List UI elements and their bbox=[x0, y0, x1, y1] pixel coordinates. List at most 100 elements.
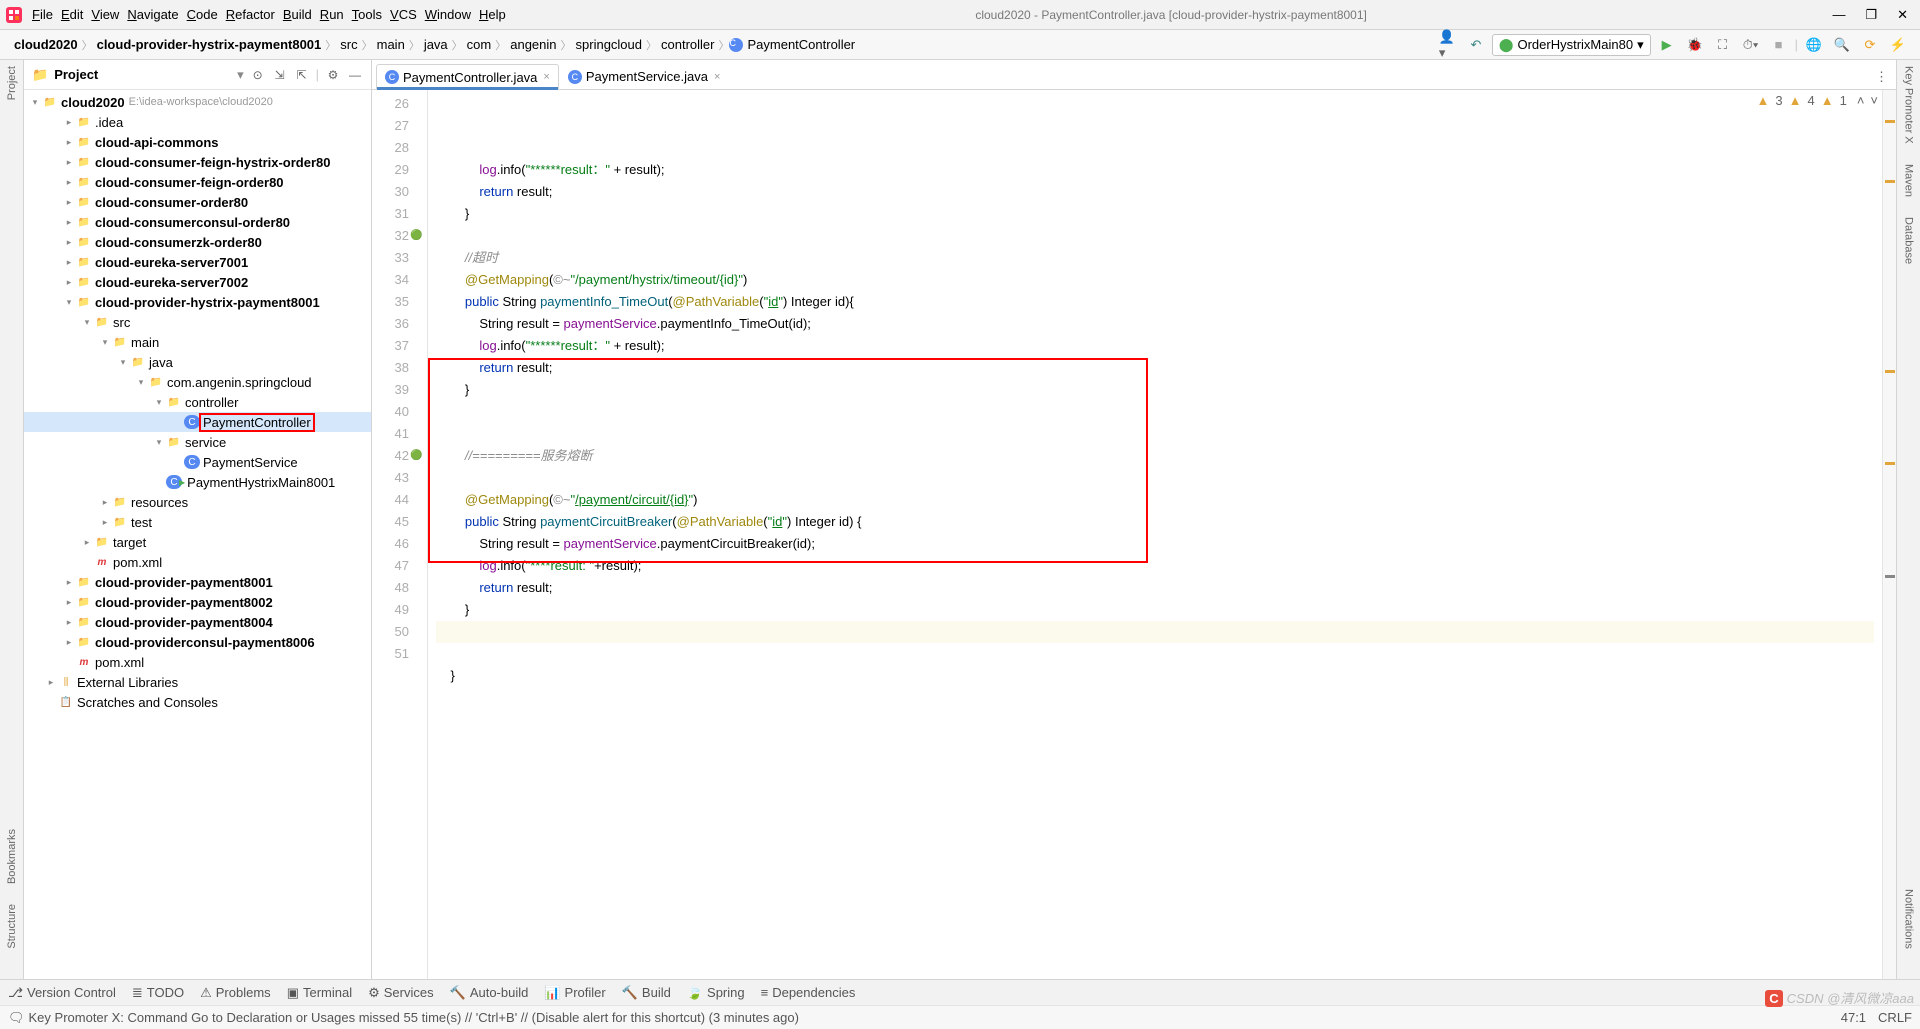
rail-database[interactable]: Database bbox=[1903, 217, 1915, 264]
project-tree[interactable]: ▾📁cloud2020E:\idea-workspace\cloud2020▸📁… bbox=[24, 90, 371, 979]
hide-pane-icon[interactable]: — bbox=[347, 67, 363, 83]
minimize-button[interactable]: — bbox=[1832, 7, 1845, 23]
close-tab-icon[interactable]: × bbox=[714, 71, 720, 83]
breadcrumb[interactable]: cloud-provider-hystrix-payment8001 bbox=[93, 35, 326, 54]
tree-item[interactable]: ▾📁com.angenin.springcloud bbox=[24, 372, 371, 392]
menu-navigate[interactable]: Navigate bbox=[123, 5, 182, 24]
menu-run[interactable]: Run bbox=[316, 5, 348, 24]
tree-item[interactable]: ▸📁cloud-provider-payment8001 bbox=[24, 572, 371, 592]
profile-icon[interactable]: ⏱▾ bbox=[1742, 36, 1760, 54]
back-icon[interactable]: ↶ bbox=[1467, 36, 1485, 54]
tree-item[interactable]: ▸📁cloud-provider-payment8002 bbox=[24, 592, 371, 612]
menu-build[interactable]: Build bbox=[279, 5, 316, 24]
chevron-up-icon[interactable]: ˄ bbox=[1857, 93, 1865, 108]
bottom-tool-build[interactable]: 🔨Build bbox=[622, 985, 671, 1001]
collapse-all-icon[interactable]: ⇱ bbox=[294, 67, 310, 83]
tree-item[interactable]: ▸📁cloud-consumer-feign-hystrix-order80 bbox=[24, 152, 371, 172]
breadcrumb[interactable]: springcloud bbox=[572, 35, 647, 54]
bottom-tool-spring[interactable]: 🍃Spring bbox=[687, 985, 745, 1001]
menu-help[interactable]: Help bbox=[475, 5, 510, 24]
maximize-button[interactable]: ❐ bbox=[1865, 7, 1877, 23]
settings-icon[interactable]: ⚡ bbox=[1889, 36, 1907, 54]
menu-code[interactable]: Code bbox=[183, 5, 222, 24]
chevron-down-icon[interactable]: ˅ bbox=[1870, 93, 1878, 108]
breadcrumb[interactable]: PaymentController bbox=[743, 35, 859, 54]
expand-all-icon[interactable]: ⇲ bbox=[272, 67, 288, 83]
tabs-more-icon[interactable]: ⋮ bbox=[1867, 65, 1896, 89]
bottom-tool-terminal[interactable]: ▣Terminal bbox=[287, 985, 352, 1001]
menu-vcs[interactable]: VCS bbox=[386, 5, 421, 24]
tree-root[interactable]: ▾📁cloud2020E:\idea-workspace\cloud2020 bbox=[24, 92, 371, 112]
breadcrumb[interactable]: controller bbox=[657, 35, 718, 54]
menu-view[interactable]: View bbox=[87, 5, 123, 24]
project-title[interactable]: Project bbox=[54, 67, 231, 82]
tree-item[interactable]: ▸📁cloud-consumer-order80 bbox=[24, 192, 371, 212]
update-icon[interactable]: ⟳ bbox=[1861, 36, 1879, 54]
breadcrumb[interactable]: com bbox=[463, 35, 496, 54]
line-separator[interactable]: CRLF bbox=[1878, 1010, 1912, 1025]
search-everywhere-icon[interactable]: 🔍 bbox=[1833, 36, 1851, 54]
rail-maven[interactable]: Maven bbox=[1903, 164, 1915, 197]
tree-item[interactable]: ▸📁cloud-provider-payment8004 bbox=[24, 612, 371, 632]
editor-tab[interactable]: CPaymentService.java× bbox=[559, 64, 730, 89]
tree-item[interactable]: ▾📁src bbox=[24, 312, 371, 332]
bottom-tool-todo[interactable]: ≣TODO bbox=[132, 985, 184, 1001]
run-gutter-icon[interactable]: 🟢 bbox=[410, 225, 422, 247]
rail-keypromoter[interactable]: Key Promoter X bbox=[1903, 66, 1915, 144]
tree-item[interactable]: ▸📁test bbox=[24, 512, 371, 532]
error-stripe[interactable] bbox=[1882, 90, 1896, 979]
tree-item[interactable]: ▾📁controller bbox=[24, 392, 371, 412]
coverage-icon[interactable]: ⛶ bbox=[1714, 36, 1732, 54]
gutter[interactable]: 26272829303132🟢33343536373839404142🟢4344… bbox=[372, 90, 428, 979]
tree-item[interactable]: ▾📁main bbox=[24, 332, 371, 352]
rail-project[interactable]: Project bbox=[6, 66, 18, 100]
bottom-tool-auto-build[interactable]: 🔨Auto-build bbox=[450, 985, 529, 1001]
chevron-down-icon[interactable]: ▾ bbox=[237, 67, 244, 83]
breadcrumb[interactable]: angenin bbox=[506, 35, 560, 54]
tree-item[interactable]: ▾📁cloud-provider-hystrix-payment8001 bbox=[24, 292, 371, 312]
bottom-tool-problems[interactable]: ⚠Problems bbox=[200, 985, 271, 1001]
rail-structure[interactable]: Structure bbox=[6, 904, 18, 949]
tree-item[interactable]: 📋Scratches and Consoles bbox=[24, 692, 371, 712]
tree-item[interactable]: ▾📁java bbox=[24, 352, 371, 372]
bottom-tool-dependencies[interactable]: ≡Dependencies bbox=[761, 985, 856, 1001]
breadcrumb[interactable]: java bbox=[420, 35, 452, 54]
translate-icon[interactable]: 🌐 bbox=[1805, 36, 1823, 54]
code-text[interactable]: log.info("******result：" + result); retu… bbox=[428, 90, 1882, 979]
select-opened-icon[interactable]: ⊙ bbox=[250, 67, 266, 83]
tree-item[interactable]: ▸📁target bbox=[24, 532, 371, 552]
tree-item[interactable]: ▸📁cloud-providerconsul-payment8006 bbox=[24, 632, 371, 652]
tree-item[interactable]: ▸📁cloud-consumer-feign-order80 bbox=[24, 172, 371, 192]
tree-item[interactable]: CPaymentService bbox=[24, 452, 371, 472]
bottom-tool-services[interactable]: ⚙Services bbox=[368, 985, 434, 1001]
caret-position[interactable]: 47:1 bbox=[1841, 1010, 1866, 1025]
tree-item[interactable]: C▶PaymentHystrixMain8001 bbox=[24, 472, 371, 492]
tree-item[interactable]: ▸⫼External Libraries bbox=[24, 672, 371, 692]
inspection-widget[interactable]: ▲3 ▲4 ▲1 ˄ ˅ bbox=[1756, 93, 1878, 108]
tree-item[interactable]: mpom.xml bbox=[24, 552, 371, 572]
breadcrumb[interactable]: main bbox=[373, 35, 409, 54]
editor-tab[interactable]: CPaymentController.java× bbox=[376, 64, 559, 90]
run-button-icon[interactable]: ▶ bbox=[1658, 36, 1676, 54]
run-gutter-icon[interactable]: 🟢 bbox=[410, 445, 422, 467]
tree-item[interactable]: ▸📁resources bbox=[24, 492, 371, 512]
tree-item[interactable]: CPaymentController bbox=[24, 412, 371, 432]
tree-item[interactable]: mpom.xml bbox=[24, 652, 371, 672]
tree-item[interactable]: ▸📁cloud-consumerzk-order80 bbox=[24, 232, 371, 252]
tree-item[interactable]: ▸📁cloud-eureka-server7002 bbox=[24, 272, 371, 292]
stop-button-icon[interactable]: ■ bbox=[1770, 36, 1788, 54]
tree-item[interactable]: ▸📁.idea bbox=[24, 112, 371, 132]
breadcrumb[interactable]: cloud2020 bbox=[10, 35, 82, 54]
menu-window[interactable]: Window bbox=[421, 5, 475, 24]
menu-edit[interactable]: Edit bbox=[57, 5, 87, 24]
tree-item[interactable]: ▸📁cloud-consumerconsul-order80 bbox=[24, 212, 371, 232]
code-area[interactable]: ▲3 ▲4 ▲1 ˄ ˅ 26272829303132🟢333435363738… bbox=[372, 90, 1896, 979]
tree-item[interactable]: ▾📁service bbox=[24, 432, 371, 452]
menu-tools[interactable]: Tools bbox=[348, 5, 386, 24]
debug-button-icon[interactable]: 🐞 bbox=[1686, 36, 1704, 54]
run-config-combo[interactable]: ⬤ OrderHystrixMain80 ▾ bbox=[1492, 34, 1651, 56]
menu-refactor[interactable]: Refactor bbox=[222, 5, 279, 24]
close-tab-icon[interactable]: × bbox=[543, 71, 549, 83]
close-button[interactable]: ✕ bbox=[1897, 7, 1908, 23]
menu-file[interactable]: File bbox=[28, 5, 57, 24]
